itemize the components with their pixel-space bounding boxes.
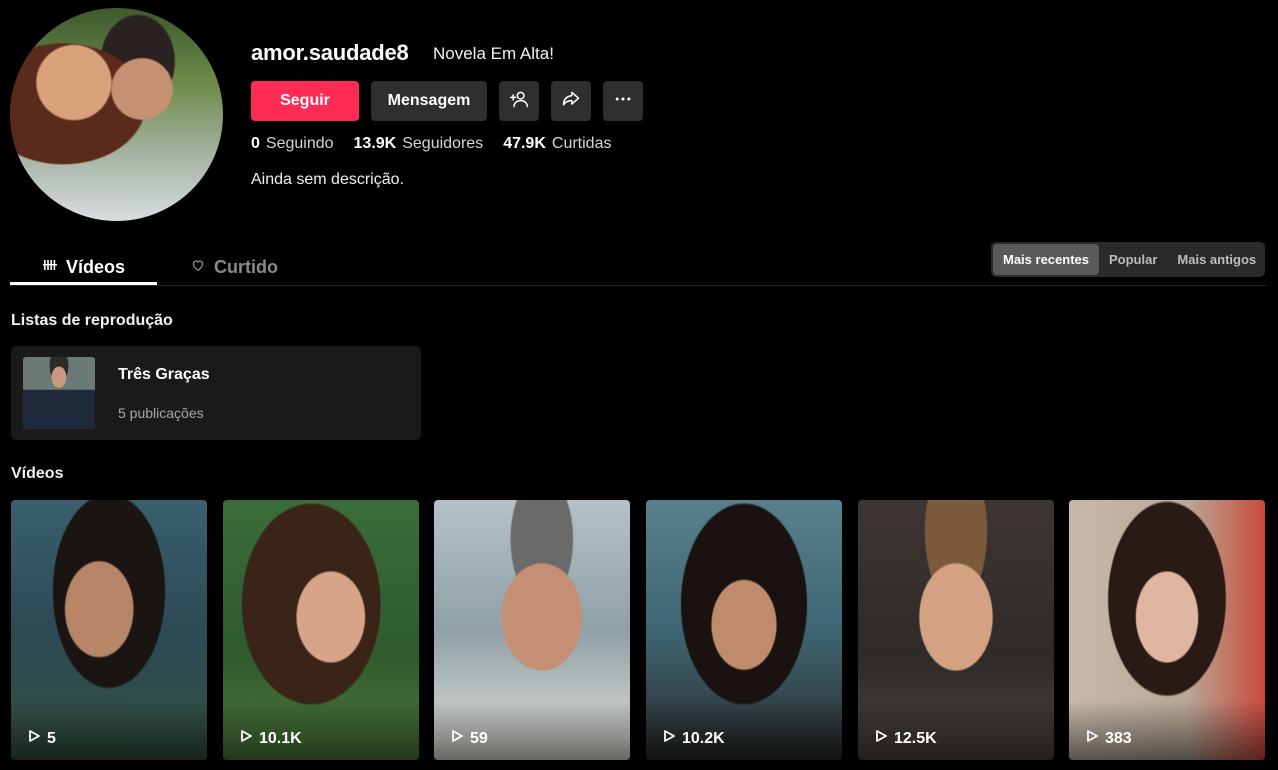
view-count: 59: [450, 729, 488, 748]
grid-icon: [42, 257, 58, 278]
video-card[interactable]: 59: [434, 500, 630, 760]
more-icon: [613, 89, 633, 114]
view-count-value: 10.1K: [259, 729, 302, 747]
stat-likes: 47.9K Curtidas: [503, 135, 611, 153]
view-count-value: 59: [470, 729, 488, 747]
playlist-name: Três Graças: [118, 366, 210, 383]
stat-following[interactable]: 0 Seguindo: [251, 135, 334, 153]
followers-label: Seguidores: [402, 135, 484, 152]
message-button[interactable]: Mensagem: [371, 81, 487, 121]
view-count-value: 5: [47, 729, 56, 747]
following-count: 0: [251, 135, 260, 152]
tab-liked[interactable]: Curtido: [190, 250, 278, 284]
more-options-button[interactable]: [603, 81, 643, 121]
play-icon: [27, 729, 41, 748]
view-count: 383: [1085, 729, 1132, 748]
tab-videos-label: Vídeos: [65, 256, 126, 277]
play-icon: [662, 729, 676, 748]
tab-videos[interactable]: Vídeos: [10, 250, 157, 284]
stat-followers[interactable]: 13.9K Seguidores: [354, 135, 484, 153]
profile-bio: Ainda sem descrição.: [251, 171, 404, 188]
tab-liked-label: Curtido: [214, 256, 278, 277]
video-card[interactable]: 5: [11, 500, 207, 760]
view-count: 12.5K: [874, 729, 937, 748]
heart-icon: [190, 257, 206, 278]
likes-count: 47.9K: [503, 135, 546, 152]
playlist-card[interactable]: Três Graças 5 publicações: [11, 346, 421, 440]
videos-heading: Vídeos: [11, 465, 64, 482]
sort-most-recent[interactable]: Mais recentes: [993, 244, 1099, 275]
view-count-value: 12.5K: [894, 729, 937, 747]
view-count-value: 383: [1105, 729, 1132, 747]
likes-label: Curtidas: [551, 135, 612, 152]
share-icon: [561, 89, 581, 114]
play-icon: [1085, 729, 1099, 748]
view-count: 10.2K: [662, 729, 725, 748]
view-count: 5: [27, 729, 56, 748]
playlists-heading: Listas de reprodução: [11, 312, 173, 329]
video-card[interactable]: 12.5K: [858, 500, 1054, 760]
sort-oldest[interactable]: Mais antigos: [1167, 244, 1266, 275]
follow-button[interactable]: Seguir: [251, 81, 359, 121]
add-user-icon: [509, 89, 529, 114]
playlist-count: 5 publicações: [118, 405, 204, 421]
play-icon: [874, 729, 888, 748]
profile-username: amor.saudade8: [251, 40, 409, 65]
profile-stats: 0 Seguindo 13.9K Seguidores 47.9K Curtidas: [251, 135, 611, 153]
view-count: 10.1K: [239, 729, 302, 748]
video-card[interactable]: 10.2K: [646, 500, 842, 760]
following-label: Seguindo: [265, 135, 334, 152]
play-icon: [450, 729, 464, 748]
play-icon: [239, 729, 253, 748]
followers-count: 13.9K: [353, 135, 397, 152]
sort-selector: Mais recentes Popular Mais antigos: [991, 242, 1265, 277]
add-friend-button[interactable]: [499, 81, 539, 121]
video-card[interactable]: 10.1K: [223, 500, 419, 760]
profile-avatar[interactable]: [10, 8, 223, 221]
tabs-divider: [10, 285, 1266, 286]
playlist-thumbnail: [23, 357, 95, 429]
sort-popular[interactable]: Popular: [1099, 244, 1167, 275]
share-button[interactable]: [551, 81, 591, 121]
video-card[interactable]: 383: [1069, 500, 1265, 760]
view-count-value: 10.2K: [682, 729, 725, 747]
profile-nickname: Novela Em Alta!: [433, 44, 554, 63]
